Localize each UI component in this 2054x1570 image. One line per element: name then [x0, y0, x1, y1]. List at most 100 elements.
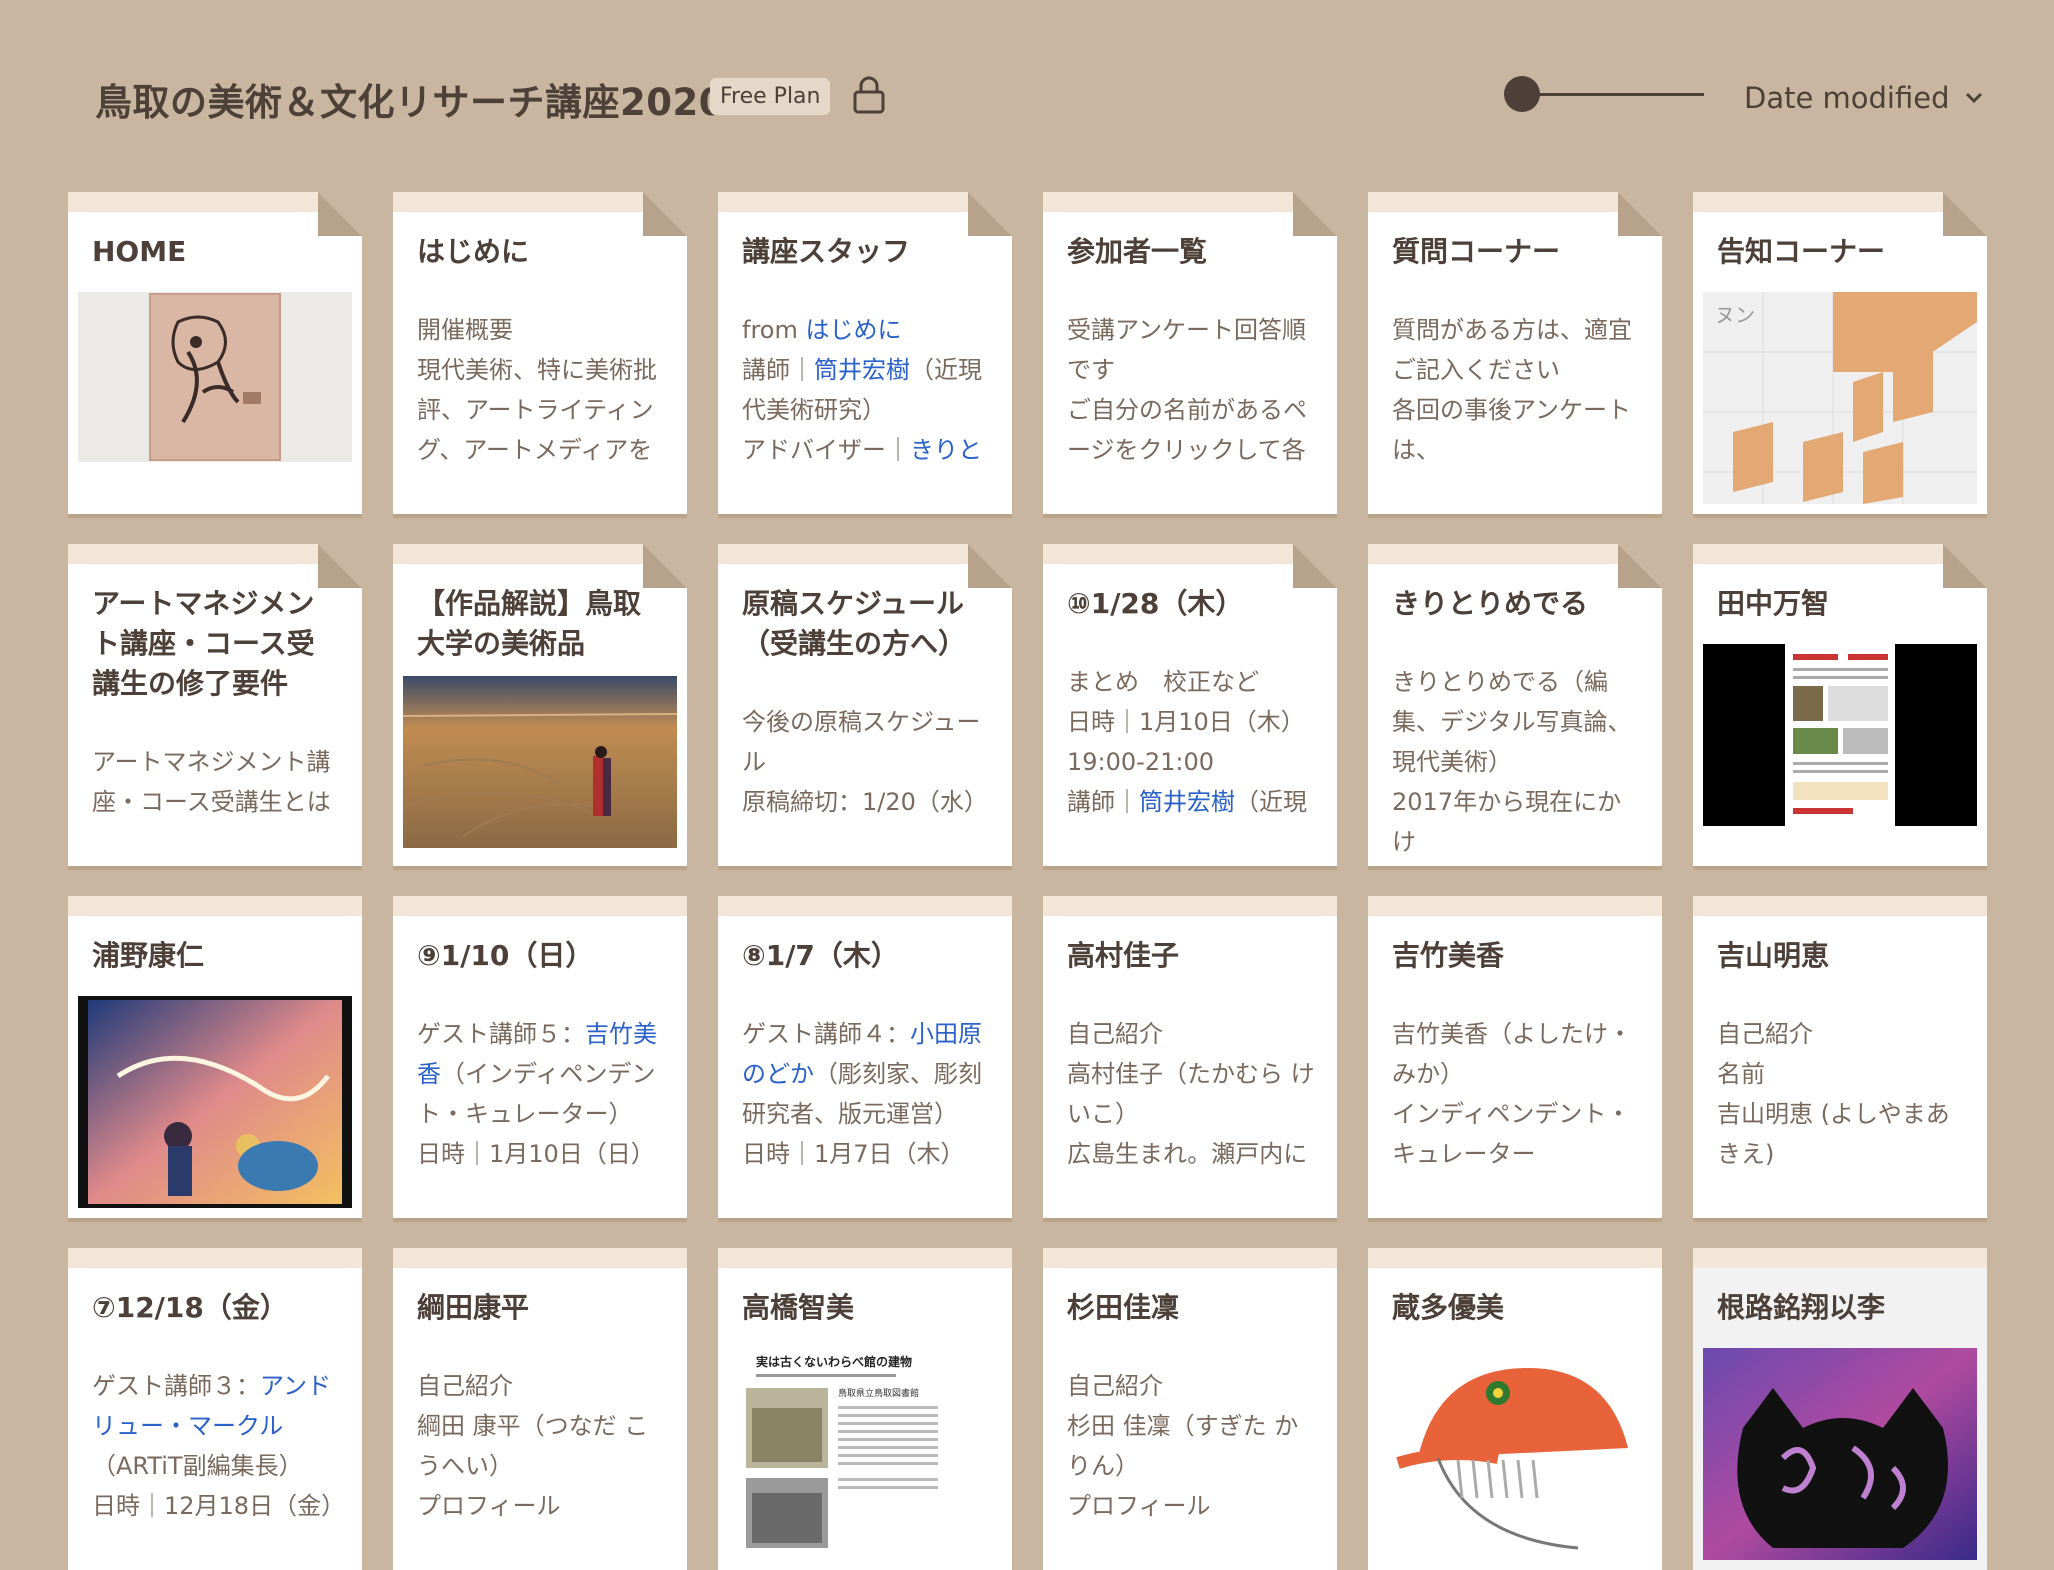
card-nerome[interactable]: 根路銘翔以李	[1693, 1248, 1987, 1570]
card-body: きりとりめでる（編 集、デジタル写真論、 現代美術） 2017年から現在にかけ	[1392, 668, 1632, 856]
card-body: 自己紹介 杉田 佳凜（すぎた か りん） プロフィール	[1067, 1372, 1299, 1520]
folded-corner-icon	[1293, 544, 1337, 588]
sort-label: Date modified	[1744, 81, 1950, 115]
link-hajimeni[interactable]: はじめに	[805, 316, 901, 344]
anime-poster-image	[78, 996, 352, 1208]
link-andrew[interactable]: リュー・マークル	[92, 1406, 342, 1446]
card-body: 自己紹介 名前 吉山明恵 (よしやまあ きえ)	[1717, 1020, 1950, 1168]
card-session-9[interactable]: ⑨1/10（日） ゲスト講師５：吉竹美 香（インディペンデン ト・キュレーター）…	[393, 896, 687, 1218]
card-title: 【作品解説】鳥取大学の美術品	[417, 587, 642, 660]
card-artwork-commentary[interactable]: 【作品解説】鳥取大学の美術品	[393, 544, 687, 866]
card-body: 吉竹美香（よしたけ・ みか） インディペンデント・ キュレーター	[1392, 1020, 1632, 1168]
card-title: ⑧1/7（木）	[742, 939, 899, 972]
card-kiritorimederu[interactable]: きりとりめでる きりとりめでる（編 集、デジタル写真論、 現代美術） 2017年…	[1368, 544, 1662, 866]
card-title: 講座スタッフ	[742, 235, 911, 268]
link-yoshitake[interactable]: 香	[417, 1060, 441, 1088]
card-body: ゲスト講師５：吉竹美 香（インディペンデン ト・キュレーター） 日時｜1月10日…	[417, 1020, 657, 1168]
cap-character-illustration	[1378, 1348, 1652, 1560]
card-kurata[interactable]: 蔵多優美	[1368, 1248, 1662, 1570]
card-title: 蔵多優美	[1392, 1291, 1505, 1324]
card-announcements[interactable]: 告知コーナー ヌン	[1693, 192, 1987, 514]
card-manuscript-schedule[interactable]: 原稿スケジュール（受講生の方へ） 今後の原稿スケジュー ル 原稿締切：1/20（…	[718, 544, 1012, 866]
card-title: アートマネジメント講座・コース受講生の修了要件	[92, 587, 315, 700]
card-title: 告知コーナー	[1717, 235, 1886, 268]
link-odawara[interactable]: 小田原	[910, 1020, 982, 1048]
lock-icon[interactable]	[852, 76, 886, 114]
card-size-slider[interactable]	[1504, 76, 1704, 112]
folded-corner-icon	[1618, 544, 1662, 588]
card-title: 原稿スケジュール（受講生の方へ）	[742, 587, 967, 660]
card-title: 高村佳子	[1067, 939, 1180, 972]
folded-corner-icon	[1943, 544, 1987, 588]
chevron-down-icon	[1965, 92, 1982, 104]
card-body: ゲスト講師３：アンド リュー・マークル （ARTiT副編集長） 日時｜12月18…	[92, 1372, 346, 1520]
folded-corner-icon	[968, 544, 1012, 588]
link-tsutsui[interactable]: 筒井宏樹	[814, 356, 910, 384]
card-title: ⑩1/28（木）	[1067, 587, 1244, 620]
card-title: 高橋智美	[742, 1291, 855, 1324]
card-title: 浦野康仁	[92, 939, 205, 972]
poster-text: ヌン	[1715, 303, 1755, 327]
folded-corner-icon	[968, 192, 1012, 236]
card-body: 開催概要 現代美術、特に美術批 評、アートライティン グ、アートメディアを	[417, 316, 657, 464]
card-urano[interactable]: 浦野康仁	[68, 896, 362, 1218]
card-session-7[interactable]: ⑦12/18（金） ゲスト講師３：アンド リュー・マークル （ARTiT副編集長…	[68, 1248, 362, 1570]
card-staff[interactable]: 講座スタッフ from はじめに 講師｜筒井宏樹（近現 代美術研究） アドバイザ…	[718, 192, 1012, 514]
sort-dropdown[interactable]: Date modified	[1744, 80, 1984, 116]
card-body: 受講アンケート回答順 です ご自分の名前があるペ ージをクリックして各	[1067, 316, 1307, 464]
card-title: きりとりめでる	[1392, 587, 1589, 620]
folded-corner-icon	[318, 192, 362, 236]
cat-logo-artwork	[1703, 1348, 1977, 1560]
article-scan-image: 実は古くないわらべ館の建物 鳥取県立鳥取図書館	[728, 1348, 1002, 1548]
card-takamura[interactable]: 高村佳子 自己紹介 高村佳子（たかむら け いこ） 広島生まれ。瀬戸内に	[1043, 896, 1337, 1218]
card-title: ⑨1/10（日）	[417, 939, 594, 972]
card-title: 吉山明恵	[1717, 939, 1830, 972]
card-body: 今後の原稿スケジュー ル 原稿締切：1/20（水）	[742, 708, 988, 816]
card-title: 質問コーナー	[1392, 235, 1561, 268]
folded-corner-icon	[318, 544, 362, 588]
card-body: 自己紹介 綱田 康平（つなだ こ うへい） プロフィール	[417, 1372, 649, 1520]
link-yoshitake[interactable]: 吉竹美	[585, 1020, 657, 1048]
card-hajimeni[interactable]: はじめに 開催概要 現代美術、特に美術批 評、アートライティン グ、アートメディ…	[393, 192, 687, 514]
card-title: HOME	[92, 235, 187, 268]
folded-corner-icon	[1618, 192, 1662, 236]
card-body: from はじめに 講師｜筒井宏樹（近現 代美術研究） アドバイザー｜きりと	[742, 316, 982, 464]
card-tanaka[interactable]: 田中万智	[1693, 544, 1987, 866]
book-cover-image	[78, 292, 352, 462]
folded-corner-icon	[643, 192, 687, 236]
card-art-management[interactable]: アートマネジメント講座・コース受講生の修了要件 アートマネジメント講 座・コース…	[68, 544, 362, 866]
card-title: 根路銘翔以李	[1717, 1291, 1886, 1324]
card-title: はじめに	[417, 235, 530, 268]
card-title: ⑦12/18（金）	[92, 1291, 288, 1324]
slider-knob[interactable]	[1504, 76, 1540, 112]
scan-subheading: 鳥取県立鳥取図書館	[838, 1387, 919, 1399]
card-tsunada[interactable]: 綱田康平 自己紹介 綱田 康平（つなだ こ うへい） プロフィール	[393, 1248, 687, 1570]
card-home[interactable]: HOME	[68, 192, 362, 514]
card-title: 杉田佳凜	[1067, 1291, 1180, 1324]
card-title: 綱田康平	[417, 1291, 530, 1324]
link-tsutsui[interactable]: 筒井宏樹	[1139, 788, 1235, 816]
plan-badge[interactable]: Free Plan	[710, 78, 831, 115]
board-title: 鳥取の美術＆文化リサーチ講座2020	[95, 81, 725, 124]
card-takahashi[interactable]: 高橋智美 実は古くないわらべ館の建物 鳥取県立鳥取図書館	[718, 1248, 1012, 1570]
card-body: 自己紹介 高村佳子（たかむら け いこ） 広島生まれ。瀬戸内に	[1067, 1020, 1315, 1168]
card-title: 吉竹美香	[1392, 939, 1505, 972]
link-andrew[interactable]: アンド	[260, 1372, 331, 1400]
document-screenshot-image	[1703, 644, 1977, 826]
card-participants[interactable]: 参加者一覧 受講アンケート回答順 です ご自分の名前があるペ ージをクリックして…	[1043, 192, 1337, 514]
card-yoshiyama[interactable]: 吉山明恵 自己紹介 名前 吉山明恵 (よしやまあ きえ)	[1693, 896, 1987, 1218]
folded-corner-icon	[643, 544, 687, 588]
link-odawara[interactable]: のどか	[742, 1060, 814, 1088]
card-questions[interactable]: 質問コーナー 質問がある方は、適宜 ご記入ください 各回の事後アンケート は、	[1368, 192, 1662, 514]
card-session-8[interactable]: ⑧1/7（木） ゲスト講師４：小田原 のどか（彫刻家、彫刻 研究者、版元運営） …	[718, 896, 1012, 1218]
card-session-10[interactable]: ⑩1/28（木） まとめ 校正など 日時｜1月10日（木） 19:00-21:0…	[1043, 544, 1337, 866]
link-kiritorimederu[interactable]: きりと	[910, 436, 982, 464]
card-sugita[interactable]: 杉田佳凜 自己紹介 杉田 佳凜（すぎた か りん） プロフィール	[1043, 1248, 1337, 1570]
scan-heading: 実は古くないわらべ館の建物	[756, 1354, 912, 1369]
card-body: まとめ 校正など 日時｜1月10日（木） 19:00-21:00 講師｜筒井宏樹…	[1067, 668, 1307, 816]
card-title: 田中万智	[1717, 587, 1830, 620]
folded-corner-icon	[1943, 192, 1987, 236]
card-yoshitake[interactable]: 吉竹美香 吉竹美香（よしたけ・ みか） インディペンデント・ キュレーター	[1368, 896, 1662, 1218]
board-header: 鳥取の美術＆文化リサーチ講座2020 Free Plan Date modifi…	[0, 0, 2054, 190]
folded-corner-icon	[1293, 192, 1337, 236]
